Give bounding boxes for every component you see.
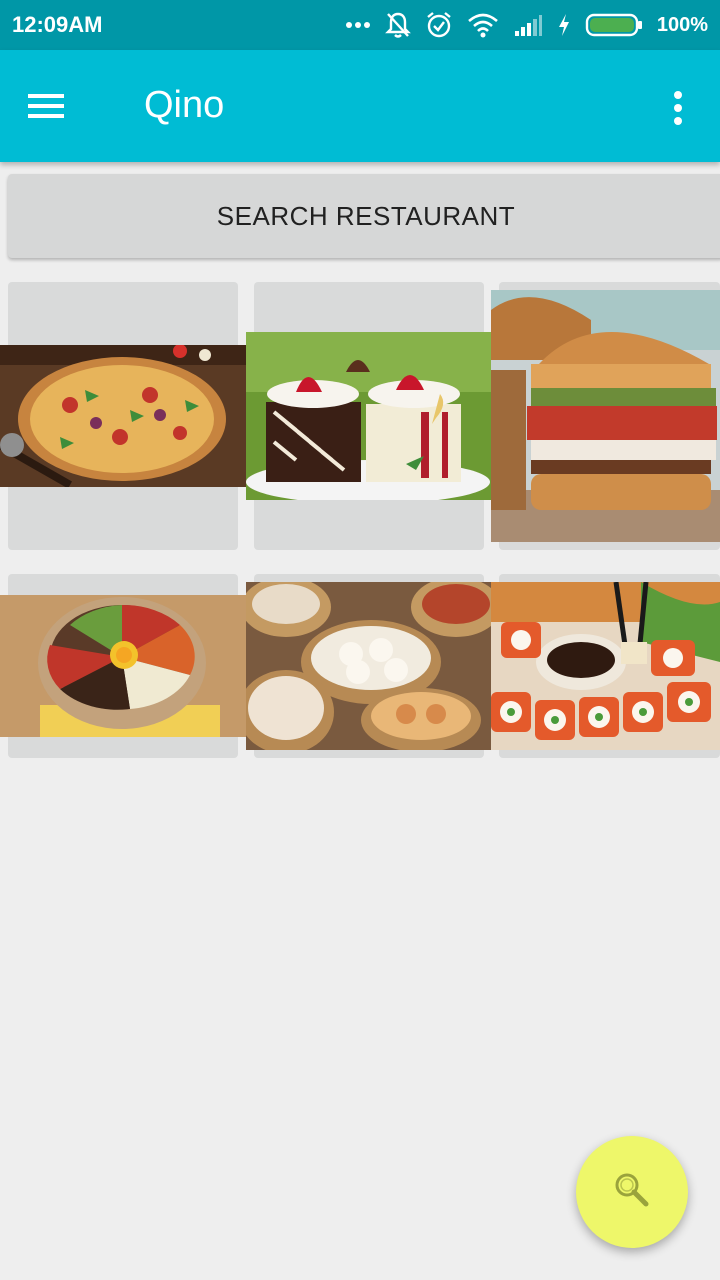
battery-icon <box>585 12 643 38</box>
search-icon <box>612 1170 652 1215</box>
hamburger-menu-icon[interactable] <box>26 82 86 130</box>
cake-image[interactable] <box>246 332 491 500</box>
more-vert-icon[interactable] <box>658 84 698 132</box>
status-icons: 100% <box>345 0 708 50</box>
burger-image[interactable] <box>491 290 720 542</box>
notifications-off-icon <box>384 11 411 39</box>
bibimbap-image[interactable] <box>0 595 246 737</box>
wifi-icon <box>467 12 499 38</box>
search-fab-button[interactable] <box>576 1136 688 1248</box>
dim-sum-image[interactable] <box>246 582 491 750</box>
search-restaurant-button[interactable]: SEARCH RESTAURANT <box>8 174 720 258</box>
signal-icon <box>513 13 543 37</box>
status-time: 12:09AM <box>12 12 103 37</box>
sushi-image[interactable] <box>491 582 720 750</box>
status-bar: 12:09AM 100% <box>0 0 720 50</box>
battery-percent: 100% <box>656 13 708 36</box>
alarm-icon <box>425 11 453 39</box>
app-title: Qino <box>144 84 225 126</box>
more-dots-icon <box>345 20 371 30</box>
app-bar: Qino <box>0 50 720 162</box>
charging-icon <box>557 13 571 37</box>
pizza-image[interactable] <box>0 345 246 487</box>
